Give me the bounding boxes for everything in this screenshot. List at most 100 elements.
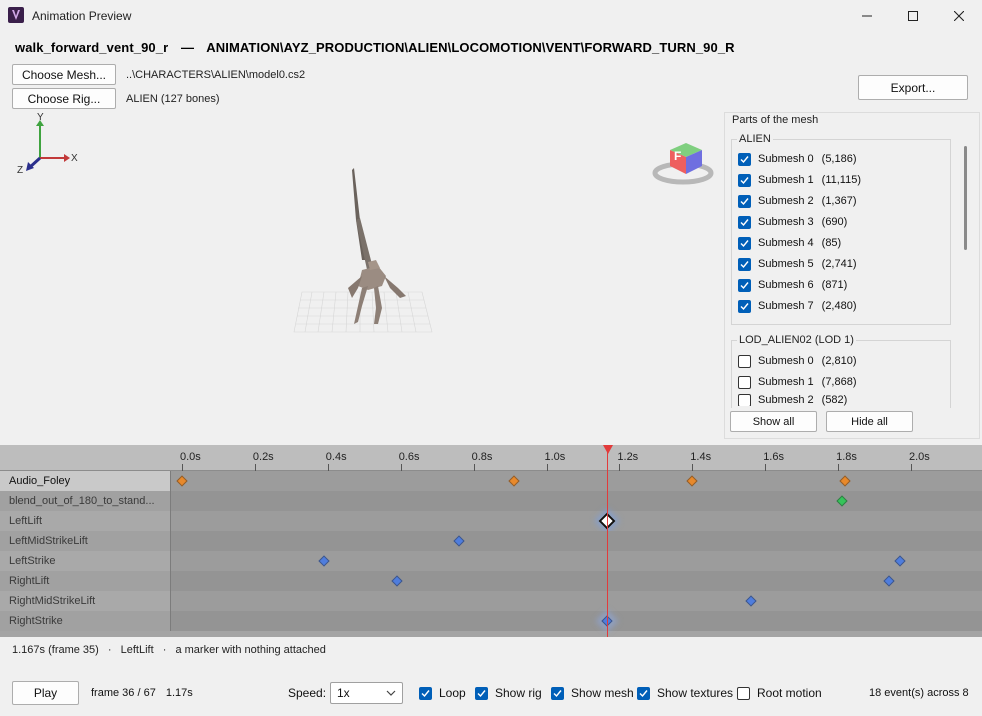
tick-mark [765, 464, 767, 471]
checkbox[interactable] [738, 278, 751, 292]
submesh-item[interactable]: Submesh 5 (2,741) [738, 255, 857, 273]
speed-label: Speed: [288, 686, 327, 700]
tick-label: 0.2s [252, 451, 274, 463]
track-name[interactable]: RightLift [0, 571, 170, 591]
tick-label: 1.8s [836, 451, 857, 463]
track-lane[interactable] [170, 511, 982, 531]
mesh-path: ..\CHARACTERS\ALIEN\model0.cs2 [126, 69, 306, 81]
track-name[interactable]: LeftStrike [0, 551, 170, 571]
submesh-item[interactable]: Submesh 1 (7,868) [738, 373, 857, 391]
track-name[interactable]: Audio_Foley [0, 471, 170, 491]
speed-select[interactable]: 1x [330, 682, 403, 704]
tick-mark [911, 464, 912, 471]
tick-mark [838, 464, 840, 471]
tick-mark [182, 464, 183, 471]
tick-mark [327, 464, 329, 471]
show-mesh-checkbox[interactable]: Show mesh [551, 684, 634, 702]
tick-mark [400, 464, 402, 471]
axis-label-y: Y [37, 112, 44, 123]
tick-label: 0.6s [398, 451, 420, 463]
checkbox[interactable] [738, 394, 751, 406]
checkbox[interactable] [738, 173, 751, 187]
submesh-item[interactable]: Submesh 2 (582) [738, 394, 847, 406]
close-button[interactable] [936, 0, 982, 32]
track-lane[interactable] [170, 471, 982, 491]
checkbox[interactable] [738, 299, 751, 313]
tick-mark [473, 464, 475, 471]
tick-label: 1.2s [617, 451, 639, 463]
track-lane[interactable] [170, 491, 982, 511]
chevron-down-icon [386, 690, 396, 696]
track-name[interactable]: LeftMidStrikeLift [0, 531, 170, 551]
status-frame: (frame 35) [48, 644, 99, 656]
checkbox[interactable] [738, 354, 751, 368]
view-cube-face-label: F [674, 149, 682, 163]
track-name[interactable]: LeftLift [0, 511, 170, 531]
track-name[interactable]: RightStrike [0, 611, 170, 631]
playhead-handle[interactable] [602, 445, 613, 454]
choose-rig-button[interactable]: Choose Rig... [12, 88, 116, 109]
checkbox[interactable] [738, 194, 751, 208]
maximize-button[interactable] [890, 0, 936, 32]
track-lane[interactable] [170, 551, 982, 571]
animation-header: walk_forward_vent_90_r — ANIMATION\AYZ_P… [15, 40, 735, 55]
root-motion-checkbox[interactable]: Root motion [737, 684, 822, 702]
show-rig-checkbox[interactable]: Show rig [475, 684, 542, 702]
group-lod-label: LOD_ALIEN02 (LOD 1) [737, 334, 856, 346]
tick-label: 1.4s [690, 451, 712, 463]
tick-label: 1.0s [544, 451, 566, 463]
play-button[interactable]: Play [12, 681, 79, 705]
track-name[interactable]: RightMidStrikeLift [0, 591, 170, 611]
status-note: a marker with nothing attached [175, 644, 326, 656]
submesh-item[interactable]: Submesh 6 (871) [738, 276, 847, 294]
animation-path: ANIMATION\AYZ_PRODUCTION\ALIEN\LOCOMOTIO… [206, 40, 735, 55]
axis-label-z: Z [17, 165, 24, 176]
submesh-item[interactable]: Submesh 4 (85) [738, 234, 841, 252]
tick-mark [546, 464, 548, 471]
3d-viewport[interactable]: Y X Z F [2, 110, 724, 444]
checkbox[interactable] [738, 257, 751, 271]
export-button[interactable]: Export... [858, 75, 968, 100]
checkbox[interactable] [738, 375, 751, 389]
tick-label: 1.6s [763, 451, 784, 463]
title-bar: Animation Preview [0, 0, 982, 32]
submesh-item[interactable]: Submesh 0 (2,810) [738, 352, 857, 370]
submesh-item[interactable]: Submesh 2 (1,367) [738, 192, 857, 210]
checkbox[interactable] [738, 215, 751, 229]
axis-gizmo-icon [26, 120, 70, 171]
axis-label-x: X [71, 153, 78, 164]
submesh-item[interactable]: Submesh 7 (2,480) [738, 297, 857, 315]
checkbox[interactable] [738, 152, 751, 166]
choose-mesh-button[interactable]: Choose Mesh... [12, 64, 116, 85]
parts-scrollbar[interactable] [964, 146, 967, 250]
track-name[interactable]: blend_out_of_180_to_stand... [0, 491, 170, 511]
tick-label: 0.0s [180, 451, 201, 463]
view-cube-icon[interactable] [652, 143, 714, 185]
hide-all-button[interactable]: Hide all [826, 411, 913, 432]
playhead[interactable] [607, 445, 609, 637]
show-textures-checkbox[interactable]: Show textures [637, 684, 733, 702]
submesh-item[interactable]: Submesh 0 (5,186) [738, 150, 857, 168]
status-separator: · [107, 644, 112, 656]
parts-panel-title: Parts of the mesh [730, 114, 821, 126]
submesh-item[interactable]: Submesh 1 (11,115) [738, 171, 861, 189]
track-lane[interactable] [170, 571, 982, 591]
window-title: Animation Preview [32, 9, 132, 23]
tick-label: 0.8s [471, 451, 493, 463]
submesh-item[interactable]: Submesh 3 (690) [738, 213, 847, 231]
status-time: 1.167s [12, 644, 46, 656]
track-lane[interactable] [170, 611, 982, 631]
track-lane[interactable] [170, 531, 982, 551]
minimize-icon [862, 15, 872, 17]
minimize-button[interactable] [844, 0, 890, 32]
loop-checkbox[interactable]: Loop [419, 684, 466, 702]
status-line: 1.167s (frame 35) · LeftLift · a marker … [12, 644, 326, 656]
close-icon [954, 11, 964, 21]
show-all-button[interactable]: Show all [730, 411, 817, 432]
group-alien-label: ALIEN [737, 133, 773, 145]
tick-mark [254, 464, 256, 471]
timeline[interactable]: 0.0s 0.2s 0.4s 0.6s 0.8s 1.0s 1.2s 1.4s 1.6s 1.8s… [0, 445, 982, 637]
tick-label: 0.4s [325, 451, 347, 463]
track-lane[interactable] [170, 591, 982, 611]
checkbox[interactable] [738, 236, 751, 250]
